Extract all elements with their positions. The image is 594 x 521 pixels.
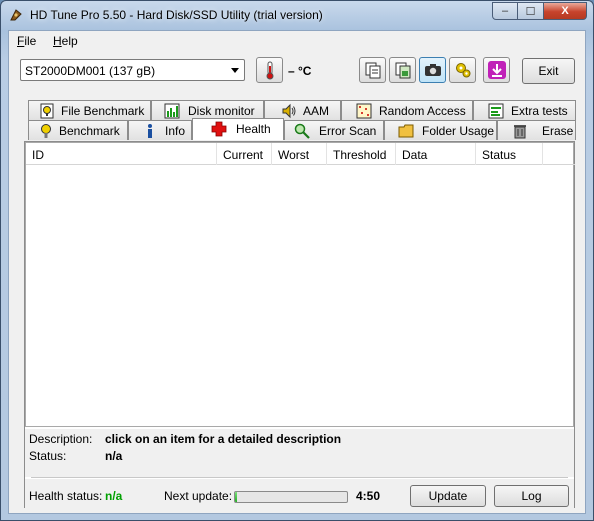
copy-screenshot-button[interactable]	[389, 57, 416, 83]
drive-select-value: ST2000DM001 (137 gB)	[25, 64, 156, 78]
next-update-label: Next update:	[164, 489, 233, 503]
maximize-button[interactable]: ☐	[518, 2, 544, 20]
options-button[interactable]	[449, 57, 476, 83]
menu-help[interactable]: Help	[53, 34, 78, 48]
column-header-id[interactable]: ID	[26, 143, 217, 165]
column-header-data[interactable]: Data	[396, 143, 476, 165]
copy-text-icon	[365, 62, 380, 79]
drive-select[interactable]: ST2000DM001 (137 gB)	[20, 59, 245, 81]
smart-attributes-table[interactable]: ID Current Worst Threshold Data Status	[25, 142, 575, 427]
copy-info-button[interactable]	[359, 57, 386, 83]
health-status-label: Health status:	[29, 489, 103, 503]
tab-health[interactable]: Health	[192, 118, 284, 140]
health-panel: ID Current Worst Threshold Data Status D…	[24, 141, 575, 508]
app-window: HD Tune Pro 5.50 - Hard Disk/SSD Utility…	[0, 0, 594, 521]
status-value: n/a	[105, 449, 123, 463]
file-benchmark-icon	[40, 103, 54, 119]
maximize-icon: ☐	[525, 5, 536, 18]
close-icon: X	[561, 5, 569, 17]
description-area: Description: click on an item for a deta…	[25, 429, 574, 477]
description-label: Description:	[29, 432, 93, 446]
trash-icon	[514, 125, 526, 139]
update-button[interactable]: Update	[410, 485, 486, 507]
client-area: File Help ST2000DM001 (137 gB) – °C Exit…	[8, 30, 586, 514]
screenshot-button[interactable]	[419, 57, 446, 83]
table-header: ID Current Worst Threshold Data Status	[26, 143, 575, 165]
magnifier-icon	[294, 123, 310, 139]
tab-benchmark[interactable]: Benchmark	[28, 120, 128, 140]
tab-extra-tests[interactable]: Extra tests	[473, 100, 576, 120]
status-label: Status:	[29, 449, 67, 463]
download-arrow-icon	[487, 61, 506, 79]
column-header-current[interactable]: Current	[217, 143, 272, 165]
minimize-button[interactable]: –	[492, 2, 518, 20]
tab-error-scan[interactable]: Error Scan	[284, 120, 384, 140]
status-footer: Health status: n/a Next update: 4:50 Upd…	[25, 479, 574, 508]
gears-icon	[455, 63, 470, 78]
next-update-countdown: 4:50	[356, 489, 381, 503]
health-status-value: n/a	[105, 489, 123, 503]
chevron-down-icon	[231, 68, 239, 73]
temperature-readout: – °C	[288, 64, 312, 78]
info-icon	[148, 124, 152, 138]
minimize-icon: –	[501, 5, 509, 17]
tab-aam[interactable]: AAM	[264, 100, 341, 120]
menu-bar: File Help	[9, 31, 585, 51]
progress-fill	[235, 492, 238, 502]
hd-tune-app-icon	[10, 9, 22, 21]
health-cross-icon	[211, 121, 227, 137]
exit-button[interactable]: Exit	[522, 58, 575, 84]
next-update-progress-bar	[234, 491, 348, 503]
tab-random-access[interactable]: Random Access	[341, 100, 473, 120]
column-header-threshold[interactable]: Threshold	[327, 143, 396, 165]
folder-icon	[398, 124, 414, 138]
column-header-worst[interactable]: Worst	[272, 143, 327, 165]
copy-image-icon	[395, 62, 410, 79]
tab-file-benchmark[interactable]: File Benchmark	[28, 100, 151, 120]
column-header-status[interactable]: Status	[476, 143, 543, 165]
close-button[interactable]: X	[544, 2, 587, 20]
tab-folder-usage[interactable]: Folder Usage	[384, 120, 497, 140]
tab-info[interactable]: Info	[128, 120, 192, 140]
random-access-icon	[356, 103, 372, 119]
disk-monitor-icon	[164, 103, 180, 119]
title-bar[interactable]: HD Tune Pro 5.50 - Hard Disk/SSD Utility…	[1, 1, 593, 29]
camera-icon	[424, 64, 441, 76]
description-value: click on an item for a detailed descript…	[105, 432, 342, 446]
tab-disk-monitor[interactable]: Disk monitor	[151, 100, 264, 120]
benchmark-icon	[41, 124, 51, 138]
menu-file[interactable]: File	[17, 34, 36, 48]
extra-tests-icon	[488, 103, 504, 119]
thermometer-icon	[266, 61, 273, 80]
window-title: HD Tune Pro 5.50 - Hard Disk/SSD Utility…	[30, 8, 323, 22]
tab-erase[interactable]: Erase	[497, 120, 576, 140]
log-button[interactable]: Log	[494, 485, 569, 507]
save-log-button[interactable]	[483, 57, 510, 83]
speaker-icon	[282, 103, 296, 119]
temperature-button[interactable]	[256, 57, 283, 83]
